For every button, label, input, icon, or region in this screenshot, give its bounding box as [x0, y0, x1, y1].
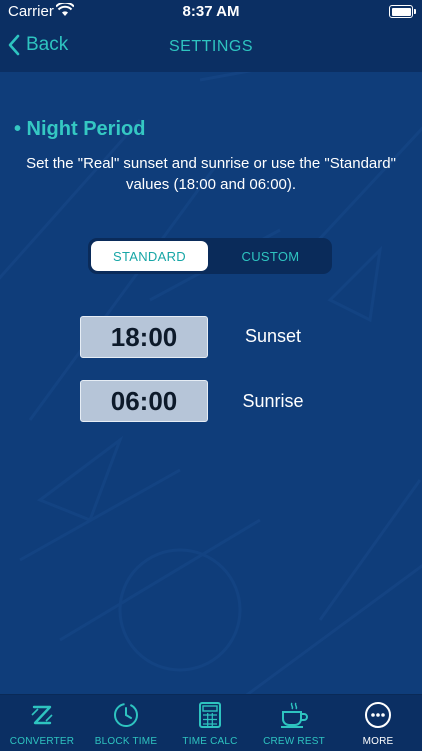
segment-standard[interactable]: STANDARD — [91, 241, 208, 271]
coffee-cup-icon — [281, 702, 308, 728]
tab-label-block-time: BLOCK TIME — [94, 736, 158, 747]
sunrise-label: Sunrise — [242, 391, 304, 411]
section-description: Set the "Real" sunset and sunrise or use… — [26, 155, 396, 193]
section-title: • Night Period — [14, 118, 146, 140]
tab-time-calc[interactable]: TIME CALC — [168, 695, 252, 751]
tab-label-more: MORE — [362, 736, 394, 747]
tab-label-time-calc: TIME CALC — [182, 736, 238, 747]
tab-crew-rest[interactable]: CREW REST — [252, 695, 336, 751]
sunrise-time-field[interactable]: 06:00 — [80, 380, 208, 422]
tab-block-time[interactable]: BLOCK TIME — [84, 695, 168, 751]
converter-icon — [31, 705, 53, 725]
segment-custom[interactable]: CUSTOM — [212, 241, 329, 271]
tab-converter[interactable]: CONVERTER — [0, 695, 84, 751]
sunset-label: Sunset — [244, 326, 302, 346]
tab-label-crew-rest: CREW REST — [263, 736, 325, 747]
night-period-segmented-control: STANDARD CUSTOM — [88, 238, 332, 274]
battery-icon — [389, 5, 416, 18]
more-icon — [365, 702, 391, 728]
tab-bar: CONVERTER BLOCK TIME TIME CALC CREW REST — [0, 694, 422, 751]
sunset-time-field[interactable]: 18:00 — [80, 316, 208, 358]
status-time: 8:37 AM — [182, 3, 240, 20]
navigation-bar: Back SETTINGS — [0, 24, 422, 72]
tab-label-converter: CONVERTER — [9, 736, 75, 747]
status-bar: Carrier 8:37 AM — [0, 0, 422, 24]
background-pattern — [0, 38, 422, 702]
tab-more[interactable]: MORE — [336, 695, 420, 751]
page-title: SETTINGS — [168, 38, 253, 55]
calculator-icon — [199, 702, 221, 728]
clock-icon — [114, 703, 138, 727]
